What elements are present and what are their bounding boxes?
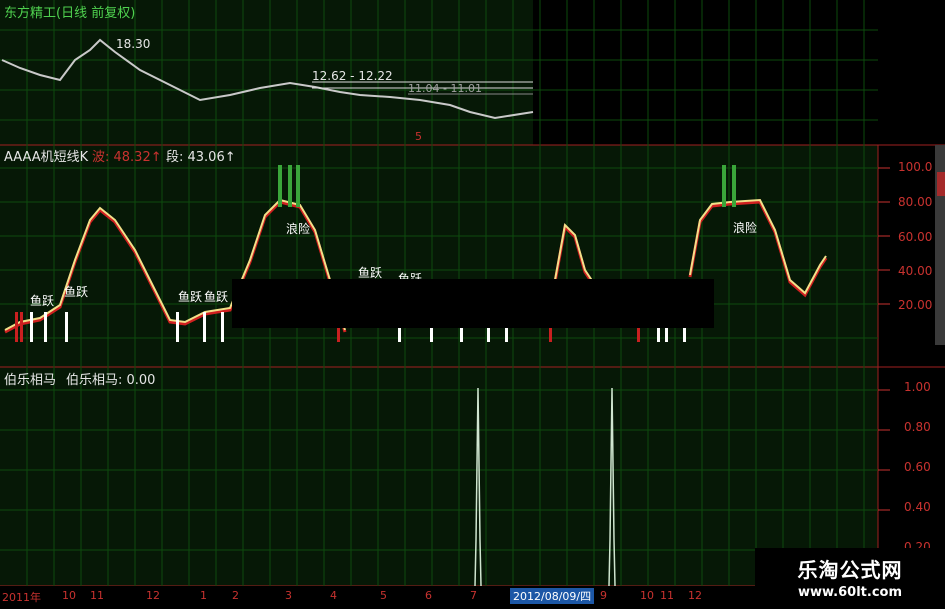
top-panel-bg	[0, 0, 533, 145]
y-tick-40: 40.00	[898, 264, 933, 278]
indicator-name: AAAA机短线K	[4, 150, 89, 165]
signal-stick	[65, 312, 68, 342]
signal-stick	[44, 312, 47, 342]
wave-value: 波: 48.32↑	[92, 150, 162, 165]
signal-stick	[176, 312, 179, 342]
bottom-y-tick-08: 0.80	[904, 420, 931, 434]
mid-panel-bg	[0, 145, 878, 367]
date-label-2011: 2011年	[2, 591, 41, 604]
range-label-a: 12.62 - 12.22	[312, 69, 393, 83]
bottom-y-tick-06: 0.60	[904, 460, 931, 474]
date-label-1: 1	[200, 589, 207, 602]
bottom-y-tick-1: 1.00	[904, 380, 931, 394]
signal-bar-green	[296, 165, 300, 207]
date-label-4: 4	[330, 589, 337, 602]
signal-stick	[30, 312, 33, 342]
date-label-9: 9	[600, 589, 607, 602]
annotation-langxian-1: 浪险	[286, 222, 311, 236]
date-label-12: 12	[146, 589, 160, 602]
watermark-logo: 乐淘公式网 www.60lt.com	[755, 548, 945, 609]
signal-stick	[15, 312, 18, 342]
stock-title: 东方精工(日线 前复权)	[4, 6, 136, 21]
date-label-6: 6	[425, 589, 432, 602]
date-axis[interactable]: 2011年 10 11 12 1 2 3 4 5 6 7 2012/08/09/…	[0, 586, 755, 609]
signal-bar-green	[288, 165, 292, 207]
redaction-block	[232, 279, 714, 328]
annotation-yuyue-3: 鱼跃	[178, 290, 203, 304]
date-label-7: 7	[470, 589, 477, 602]
signal-bar-green	[278, 165, 282, 207]
signal-bar-green	[732, 165, 736, 207]
y-tick-60: 60.00	[898, 230, 933, 244]
price-high-label: 18.30	[116, 37, 151, 51]
date-label-11: 11	[90, 589, 104, 602]
signal-stick	[203, 312, 206, 342]
bottom-panel-bg	[0, 367, 878, 586]
date-label-2: 2	[232, 589, 239, 602]
signal-bar-green	[722, 165, 726, 207]
date-label-5: 5	[380, 589, 387, 602]
date-cursor-highlight[interactable]: 2012/08/09/四	[510, 588, 595, 604]
marker-label: 5	[415, 130, 422, 143]
side-scroll-thumb	[937, 172, 945, 196]
signal-stick	[221, 312, 224, 342]
y-tick-100: 100.0	[898, 160, 933, 174]
annotation-yuyue-2: 鱼跃	[64, 285, 89, 299]
bottom-indicator-name: 伯乐相马	[4, 373, 57, 388]
date-label-10b: 10	[640, 589, 654, 602]
top-panel-black	[533, 0, 945, 145]
watermark-url: www.60lt.com	[797, 585, 903, 600]
bottom-y-tick-04: 0.40	[904, 500, 931, 514]
segment-value: 段: 43.06↑	[166, 150, 236, 165]
date-label-12b: 12	[688, 589, 702, 602]
y-axis-bg	[878, 145, 945, 586]
y-tick-80: 80.00	[898, 195, 933, 209]
date-label-10: 10	[62, 589, 76, 602]
signal-stick	[20, 312, 23, 342]
bottom-indicator-value: 伯乐相马: 0.00	[66, 373, 156, 388]
watermark-title: 乐淘公式网	[797, 558, 903, 582]
y-tick-20: 20.00	[898, 298, 933, 312]
date-label-11b: 11	[660, 589, 674, 602]
range-label-b: 11.04 - 11.01	[408, 82, 482, 95]
annotation-yuyue-1: 鱼跃	[30, 294, 55, 308]
annotation-yuyue-4: 鱼跃	[204, 290, 229, 304]
annotation-langxian-2: 浪险	[733, 221, 758, 235]
date-label-3: 3	[285, 589, 292, 602]
